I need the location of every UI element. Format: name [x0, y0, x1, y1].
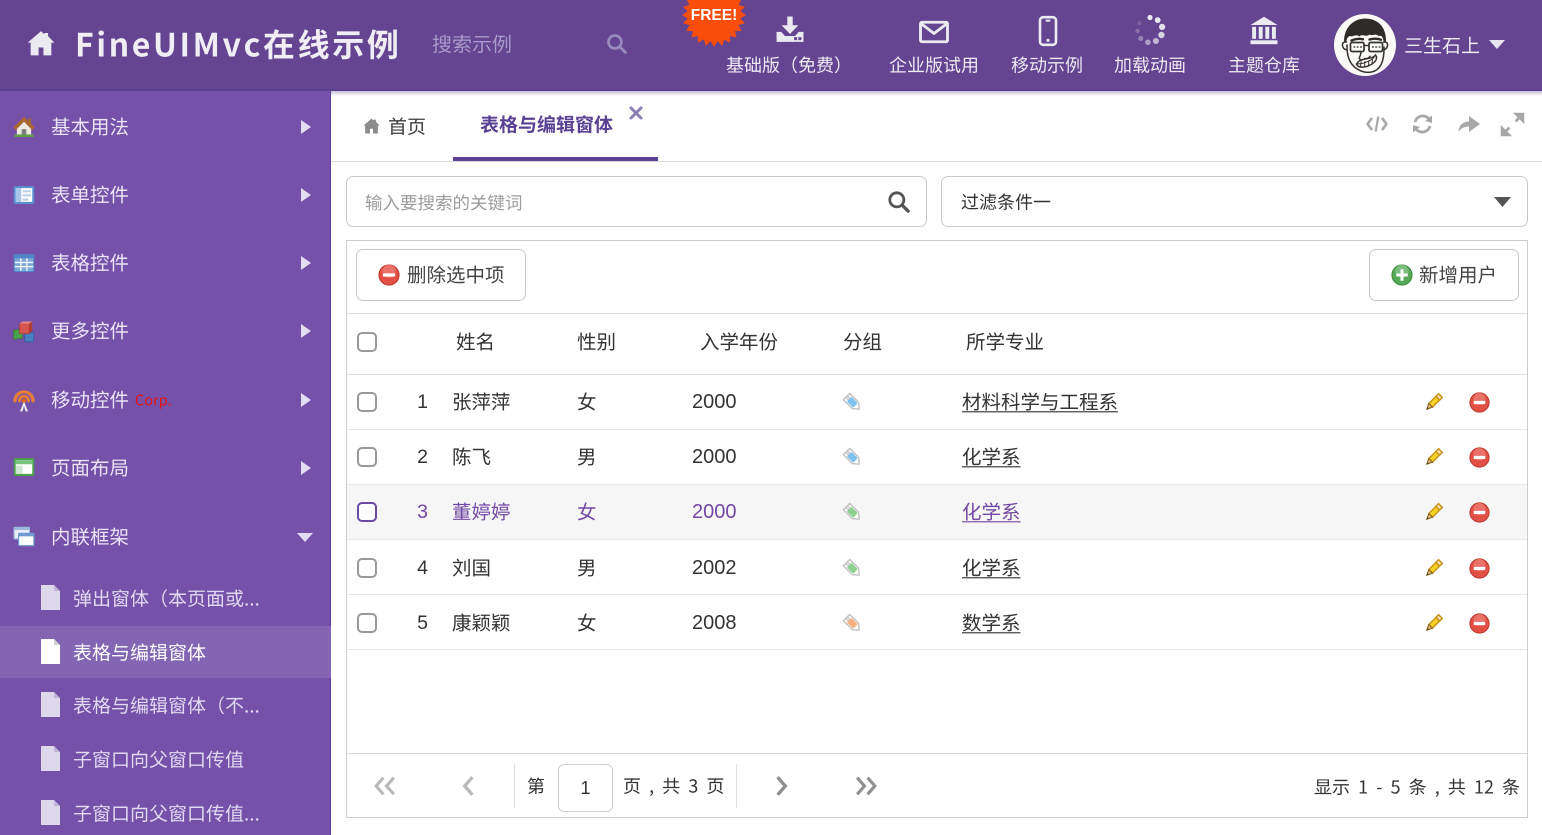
svg-text:FREE!: FREE!: [691, 7, 738, 24]
